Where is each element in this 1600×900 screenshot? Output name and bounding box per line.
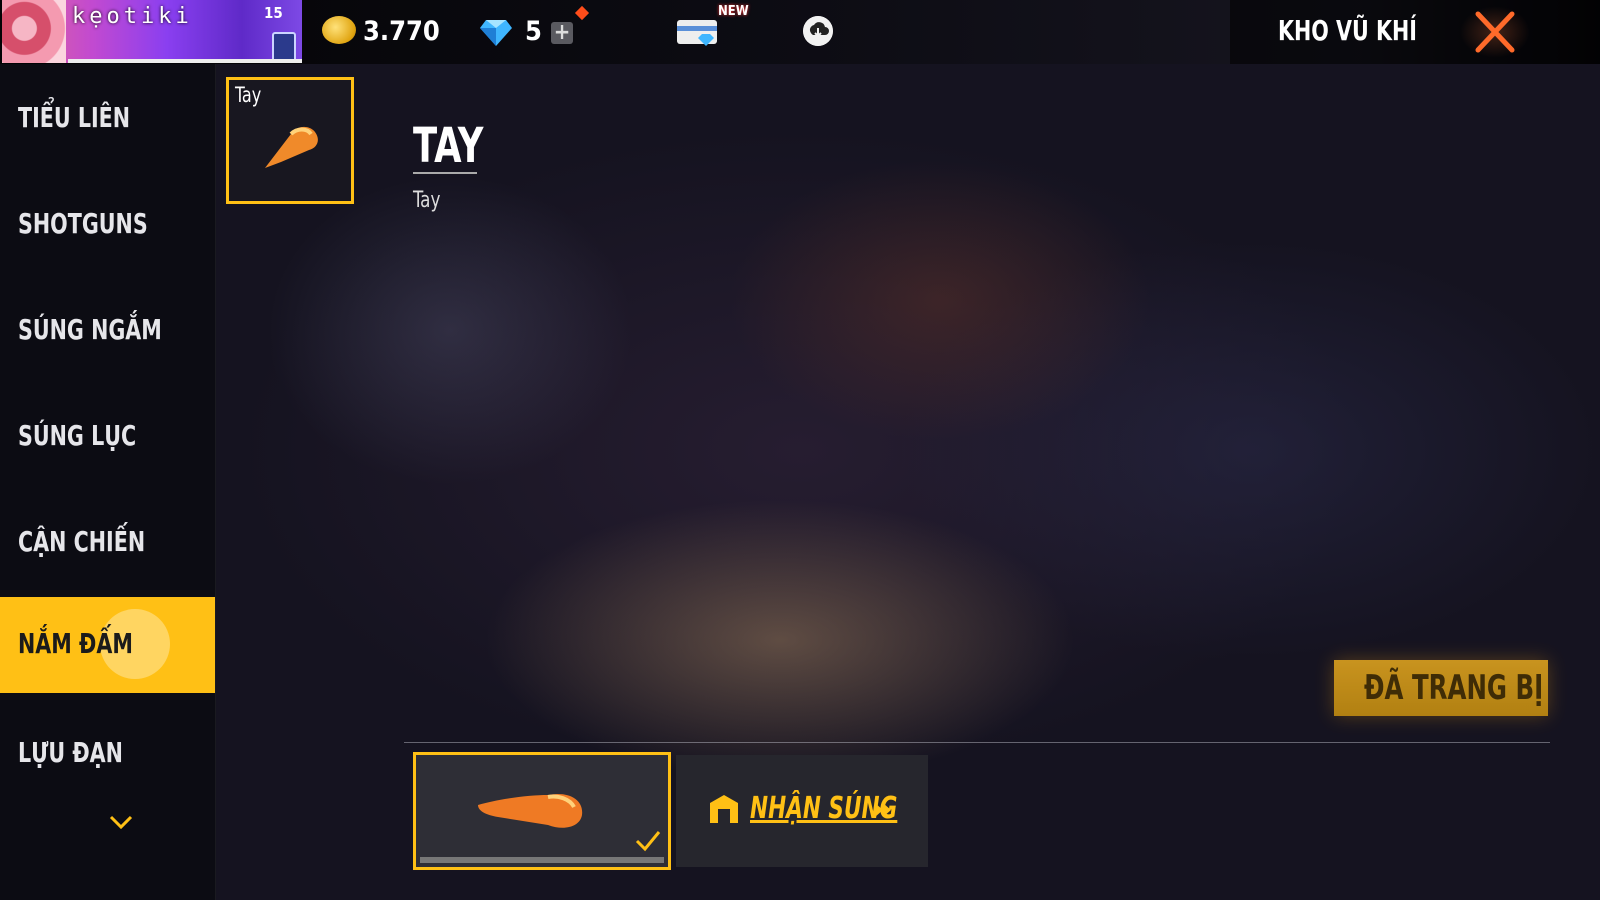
fist-icon [265,126,318,168]
player-profile-banner[interactable]: kẹotiki 15 [2,0,302,63]
exp-progress-bar [68,59,302,63]
category-luu-dan[interactable]: LỰU ĐẠN [0,706,215,802]
coin-balance: 3.770 [363,16,440,47]
add-diamonds-button[interactable]: + [551,22,573,44]
category-label: CẬN CHIẾN [18,525,146,558]
category-label: SHOTGUNS [18,207,148,240]
cloud-download-icon[interactable] [803,16,833,46]
category-can-chien[interactable]: CẬN CHIẾN [0,495,215,591]
fist-icon [478,793,583,828]
card-icon[interactable] [676,18,722,48]
notification-dot [574,5,590,21]
arrow-right-icon [875,803,891,817]
category-tieu-lien[interactable]: TIỂU LIÊN [0,71,215,167]
weapon-subtitle: Tay [413,188,441,213]
category-label: SÚNG NGẮM [18,313,162,346]
title-underline [413,172,477,174]
category-label: SÚNG LỤC [18,419,137,452]
weapon-card-label: Tay [235,83,262,107]
skin-tile-default[interactable] [413,752,671,870]
category-label: NẮM ĐẤM [18,627,133,660]
equipped-button[interactable]: ĐÃ TRANG BỊ [1334,660,1548,716]
checkmark-icon [635,831,661,852]
category-nam-dam[interactable]: NẮM ĐẤM [0,597,215,693]
category-sung-luc[interactable]: SÚNG LỤC [0,389,215,485]
close-icon [1475,11,1515,53]
store-icon [710,795,738,823]
category-sung-ngam[interactable]: SÚNG NGẮM [0,283,215,379]
equipped-label: ĐÃ TRANG BỊ [1364,668,1544,708]
chevron-down-icon[interactable] [108,814,134,830]
selected-weapon-card[interactable]: Tay [226,77,354,204]
rank-badge-icon [272,32,296,62]
get-weapon-tile[interactable]: NHẬN SÚNG [676,755,928,867]
new-badge: NEW [718,4,749,19]
coin-icon [322,16,356,44]
diamond-balance: 5 [525,16,542,47]
page-title: KHO VŨ KHÍ [1278,14,1417,47]
player-level: 15 [264,4,283,22]
divider [404,742,1550,743]
top-bar: kẹotiki 15 3.770 5 + NEW KHO VŨ KHÍ [0,0,1600,64]
skin-durability-bar [420,857,664,863]
player-avatar[interactable] [2,0,66,63]
player-name: kẹotiki [72,4,193,29]
weapon-name: TAY [413,118,484,174]
category-label: TIỂU LIÊN [18,101,131,134]
category-shotguns[interactable]: SHOTGUNS [0,177,215,273]
weapon-category-sidebar: TIỂU LIÊN SHOTGUNS SÚNG NGẮM SÚNG LỤC CẬ… [0,64,216,900]
category-label: LỰU ĐẠN [18,736,123,769]
close-button[interactable] [1460,6,1530,58]
diamond-icon [480,20,512,46]
